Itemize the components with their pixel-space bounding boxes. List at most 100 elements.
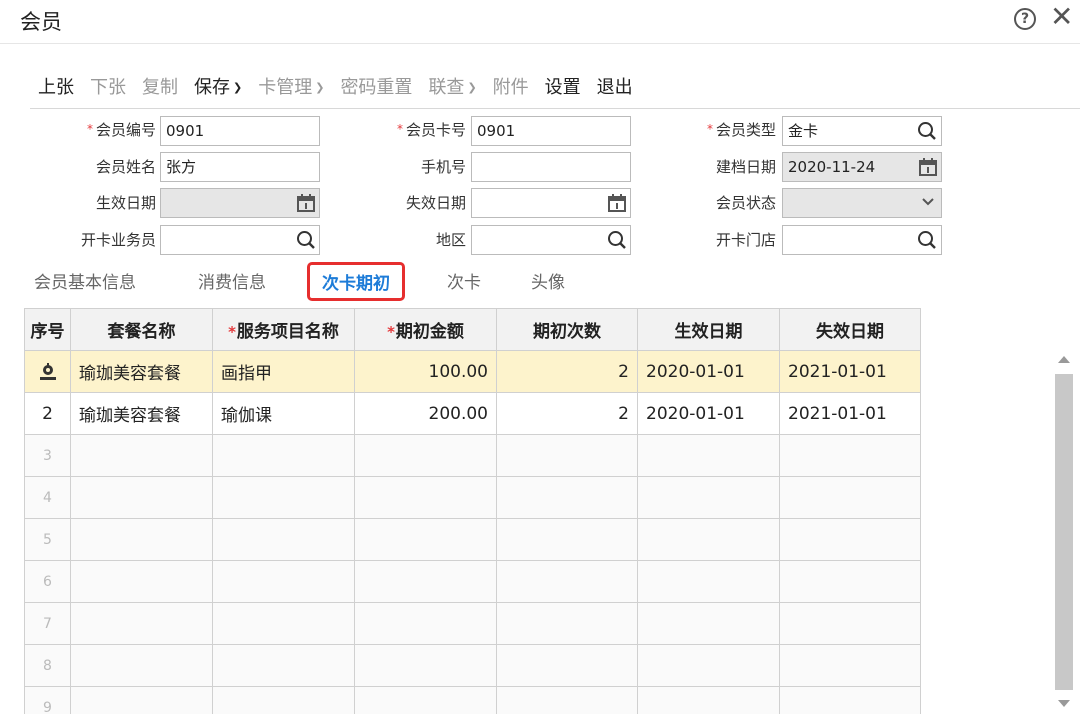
empty-cell[interactable] [70, 686, 213, 714]
empty-cell[interactable] [354, 644, 497, 687]
empty-cell[interactable] [637, 602, 780, 645]
calendar-icon[interactable] [296, 193, 316, 213]
empty-cell[interactable] [212, 476, 355, 519]
chevron-down-icon[interactable] [920, 194, 936, 210]
row-settings-icon[interactable] [39, 362, 57, 381]
empty-cell[interactable] [354, 476, 497, 519]
empty-table-row[interactable]: 8 [24, 644, 921, 687]
close-icon[interactable]: ✕ [1050, 2, 1073, 32]
empty-cell[interactable] [496, 560, 638, 603]
service-cell[interactable]: 画指甲 [212, 350, 355, 393]
empty-cell[interactable] [70, 434, 213, 477]
column-header-start-date[interactable]: 生效日期 [637, 308, 780, 351]
empty-cell[interactable] [637, 476, 780, 519]
column-header-amount[interactable]: *期初金额 [354, 308, 497, 351]
count-cell[interactable]: 2 [496, 350, 638, 393]
empty-cell[interactable] [70, 560, 213, 603]
search-icon[interactable] [607, 230, 627, 250]
empty-cell[interactable] [496, 518, 638, 561]
search-icon[interactable] [917, 121, 937, 141]
empty-table-row[interactable]: 9 [24, 686, 921, 714]
search-icon[interactable] [917, 230, 937, 250]
empty-cell[interactable] [637, 560, 780, 603]
member-name-input[interactable]: 张方 [160, 152, 320, 182]
empty-cell[interactable] [354, 686, 497, 714]
member-card-no-input[interactable]: 0901 [471, 116, 631, 146]
column-header-service[interactable]: *服务项目名称 [212, 308, 355, 351]
empty-cell[interactable] [70, 602, 213, 645]
empty-table-row[interactable]: 7 [24, 602, 921, 645]
package-cell[interactable]: 瑜珈美容套餐 [70, 392, 213, 435]
amount-cell[interactable]: 200.00 [354, 392, 497, 435]
empty-cell[interactable] [779, 686, 921, 714]
tab-card-opening[interactable]: 次卡期初 [307, 262, 405, 301]
empty-cell[interactable] [779, 434, 921, 477]
package-cell[interactable]: 瑜珈美容套餐 [70, 350, 213, 393]
empty-cell[interactable] [354, 518, 497, 561]
scrollbar-thumb[interactable] [1055, 374, 1073, 690]
prev-button[interactable]: 上张 [30, 74, 82, 102]
card-management-button[interactable]: 卡管理 ❯ [250, 74, 332, 102]
member-no-input[interactable]: 0901 [160, 116, 320, 146]
column-header-end-date[interactable]: 失效日期 [779, 308, 921, 351]
tab-times-card[interactable]: 次卡 [447, 268, 481, 293]
empty-cell[interactable] [637, 518, 780, 561]
tab-basic-info[interactable]: 会员基本信息 [34, 268, 136, 293]
table-row[interactable]: 瑜珈美容套餐 画指甲 100.00 2 2020-01-01 2021-01-0… [24, 350, 921, 393]
empty-cell[interactable] [354, 434, 497, 477]
empty-table-row[interactable]: 5 [24, 518, 921, 561]
tab-avatar[interactable]: 头像 [531, 268, 565, 293]
empty-cell[interactable] [496, 644, 638, 687]
empty-cell[interactable] [70, 476, 213, 519]
empty-cell[interactable] [496, 434, 638, 477]
amount-cell[interactable]: 100.00 [354, 350, 497, 393]
empty-cell[interactable] [212, 434, 355, 477]
password-reset-button[interactable]: 密码重置 [332, 74, 420, 102]
empty-cell[interactable] [496, 686, 638, 714]
empty-cell[interactable] [212, 686, 355, 714]
attachment-button[interactable]: 附件 [485, 74, 537, 102]
empty-cell[interactable] [637, 434, 780, 477]
empty-cell[interactable] [496, 476, 638, 519]
phone-input[interactable] [471, 152, 631, 182]
member-status-select[interactable] [782, 188, 942, 218]
start-date-cell[interactable]: 2020-01-01 [637, 350, 780, 393]
empty-cell[interactable] [70, 644, 213, 687]
linked-query-button[interactable]: 联查 ❯ [420, 74, 484, 102]
next-button[interactable]: 下张 [82, 74, 134, 102]
empty-cell[interactable] [779, 644, 921, 687]
search-icon[interactable] [296, 230, 316, 250]
empty-cell[interactable] [212, 560, 355, 603]
row-seq-cell[interactable] [24, 350, 71, 393]
empty-cell[interactable] [779, 476, 921, 519]
empty-cell[interactable] [637, 644, 780, 687]
copy-button[interactable]: 复制 [134, 74, 186, 102]
vertical-scrollbar[interactable] [1054, 350, 1074, 714]
empty-cell[interactable] [212, 644, 355, 687]
empty-cell[interactable] [354, 602, 497, 645]
scroll-down-icon[interactable] [1058, 700, 1070, 707]
empty-cell[interactable] [779, 602, 921, 645]
end-date-cell[interactable]: 2021-01-01 [779, 392, 921, 435]
scroll-up-icon[interactable] [1058, 356, 1070, 363]
tab-consumption-info[interactable]: 消费信息 [198, 268, 266, 293]
help-icon[interactable]: ? [1014, 8, 1036, 30]
empty-cell[interactable] [212, 518, 355, 561]
empty-cell[interactable] [779, 518, 921, 561]
column-header-count[interactable]: 期初次数 [496, 308, 638, 351]
empty-cell[interactable] [354, 560, 497, 603]
exit-button[interactable]: 退出 [589, 74, 641, 102]
table-row[interactable]: 2 瑜珈美容套餐 瑜伽课 200.00 2 2020-01-01 2021-01… [24, 392, 921, 435]
count-cell[interactable]: 2 [496, 392, 638, 435]
calendar-icon[interactable] [607, 193, 627, 213]
column-header-seq[interactable]: 序号 [24, 308, 71, 351]
service-cell[interactable]: 瑜伽课 [212, 392, 355, 435]
empty-table-row[interactable]: 4 [24, 476, 921, 519]
empty-table-row[interactable]: 6 [24, 560, 921, 603]
empty-table-row[interactable]: 3 [24, 434, 921, 477]
empty-cell[interactable] [496, 602, 638, 645]
start-date-cell[interactable]: 2020-01-01 [637, 392, 780, 435]
empty-cell[interactable] [70, 518, 213, 561]
empty-cell[interactable] [779, 560, 921, 603]
save-button[interactable]: 保存 ❯ [186, 74, 250, 102]
